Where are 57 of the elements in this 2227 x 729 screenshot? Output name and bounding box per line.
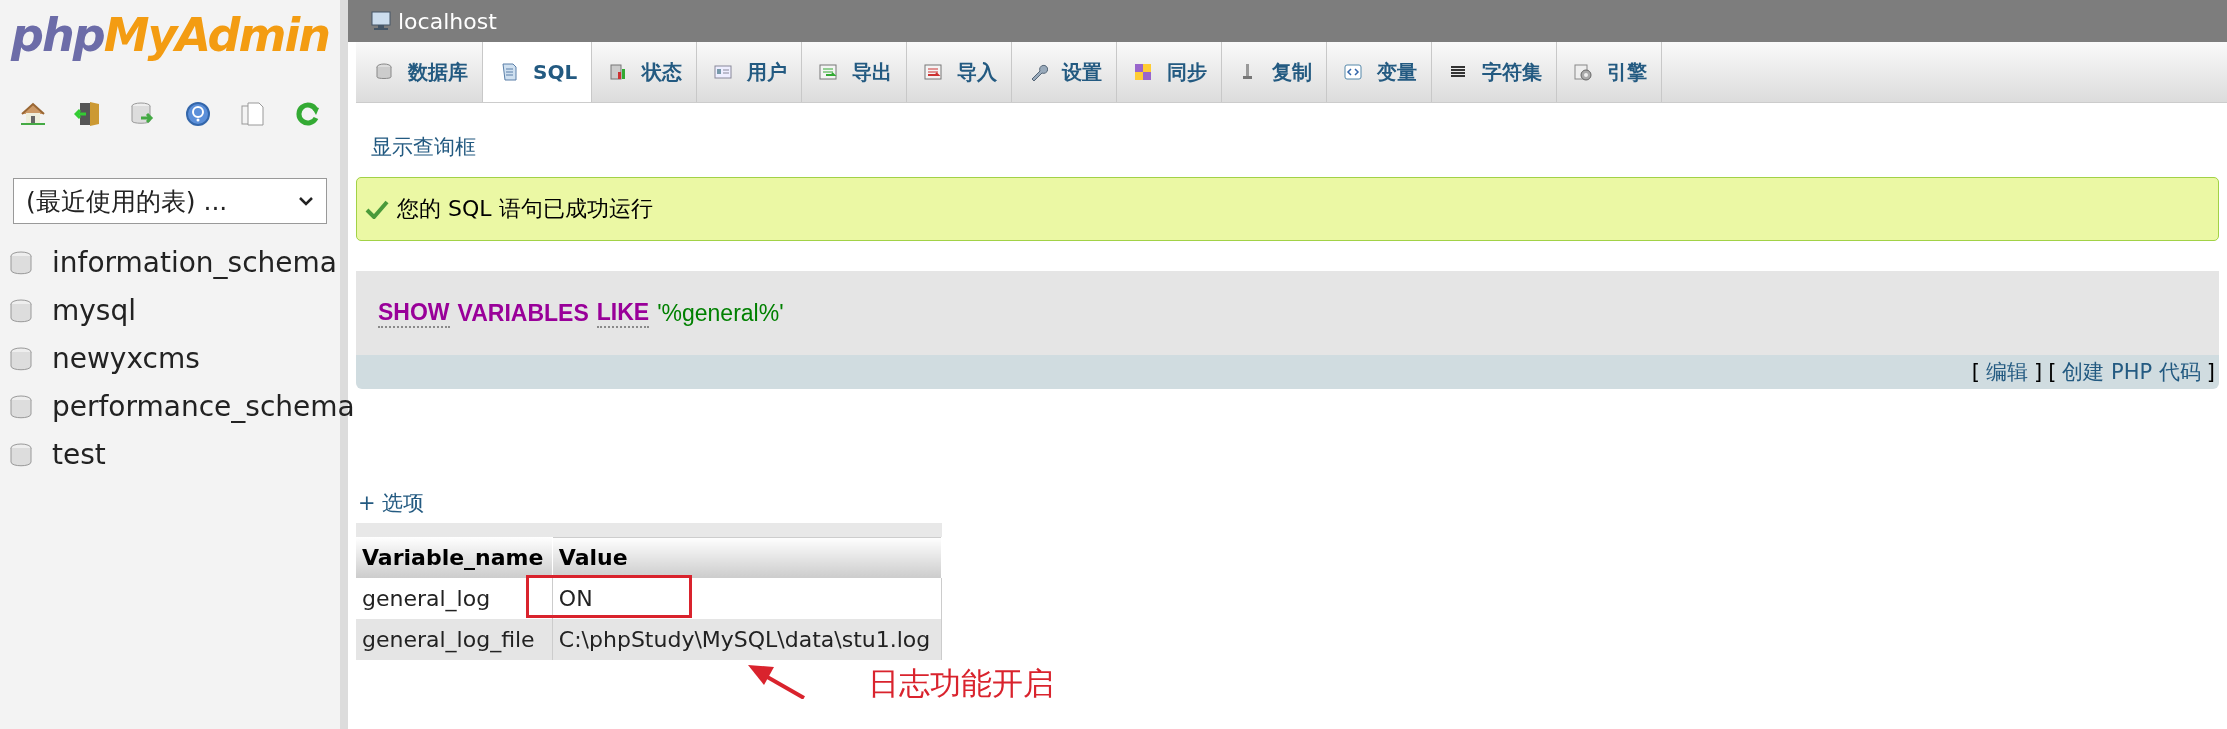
refresh-icon[interactable] bbox=[293, 100, 322, 128]
database-link[interactable]: test bbox=[52, 438, 106, 471]
chevron-down-icon bbox=[298, 195, 314, 207]
table-cell: C:\phpStudy\MySQL\data\stu1.log bbox=[552, 619, 942, 660]
bracket: ] bbox=[2033, 360, 2043, 384]
logo[interactable]: phpMyAdmin bbox=[11, 8, 329, 62]
sql-keyword-link[interactable]: SHOW bbox=[378, 298, 450, 328]
tab[interactable]: 用户 bbox=[697, 42, 803, 102]
database-icon bbox=[10, 250, 32, 275]
export-icon bbox=[818, 62, 839, 82]
database-link[interactable]: newyxcms bbox=[52, 342, 200, 375]
bracket: [ bbox=[1971, 360, 1980, 384]
tab[interactable]: 变量 bbox=[1327, 42, 1433, 102]
recent-tables-select[interactable]: (最近使用的表) ... bbox=[13, 178, 327, 224]
sql-keyword-link[interactable]: LIKE bbox=[596, 298, 650, 328]
database-link[interactable]: mysql bbox=[52, 294, 136, 327]
check-icon bbox=[365, 199, 389, 219]
tab[interactable]: 同步 bbox=[1117, 42, 1223, 102]
home-icon[interactable] bbox=[18, 100, 47, 128]
database-icon bbox=[10, 346, 32, 371]
tab[interactable]: 字符集 bbox=[1432, 42, 1558, 102]
database-icon bbox=[374, 62, 394, 82]
database-icon bbox=[10, 394, 32, 419]
grid-icon bbox=[1133, 62, 1154, 82]
document-icon bbox=[499, 62, 519, 82]
sql-keyword: VARIABLES bbox=[457, 299, 589, 327]
action-link[interactable]: 创建 PHP 代码 bbox=[2062, 358, 2201, 386]
table-cell: general_log bbox=[356, 578, 553, 619]
bracket: [ bbox=[2048, 360, 2057, 384]
database-link[interactable]: performance_schema bbox=[52, 390, 355, 423]
tab[interactable]: 引擎 bbox=[1557, 42, 1663, 102]
tab[interactable]: 设置 bbox=[1012, 42, 1118, 102]
tab[interactable]: 状态 bbox=[592, 42, 698, 102]
tab[interactable]: 导入 bbox=[907, 42, 1013, 102]
bracket: ] bbox=[2206, 360, 2215, 384]
annotation-arrow bbox=[748, 665, 806, 699]
window-title: localhost bbox=[398, 8, 497, 34]
database-icon bbox=[10, 298, 32, 323]
options-link[interactable]: + 选项 bbox=[358, 489, 2219, 517]
table-cell: ON bbox=[552, 578, 942, 619]
success-message: 您的 SQL 语句已成功运行 bbox=[356, 177, 2219, 241]
database-icon bbox=[10, 442, 32, 467]
annotation-text: 日志功能开启 bbox=[868, 664, 1054, 703]
action-link[interactable]: 编辑 bbox=[1985, 358, 2028, 386]
table-cell: general_log_file bbox=[356, 619, 553, 660]
code-icon bbox=[1343, 62, 1364, 82]
tab[interactable]: 复制 bbox=[1222, 42, 1328, 102]
import-icon bbox=[923, 62, 944, 82]
tab[interactable]: SQL bbox=[483, 42, 593, 102]
show-query-link[interactable]: 显示查询框 bbox=[371, 133, 2219, 161]
sql-string: '%general%' bbox=[657, 299, 784, 327]
exit-door-icon[interactable] bbox=[73, 100, 102, 128]
server-icon bbox=[370, 10, 394, 32]
gear-icon bbox=[1573, 62, 1594, 82]
database-link[interactable]: information_schema bbox=[52, 246, 337, 279]
tab[interactable]: 导出 bbox=[802, 42, 908, 102]
card-icon bbox=[713, 62, 734, 82]
